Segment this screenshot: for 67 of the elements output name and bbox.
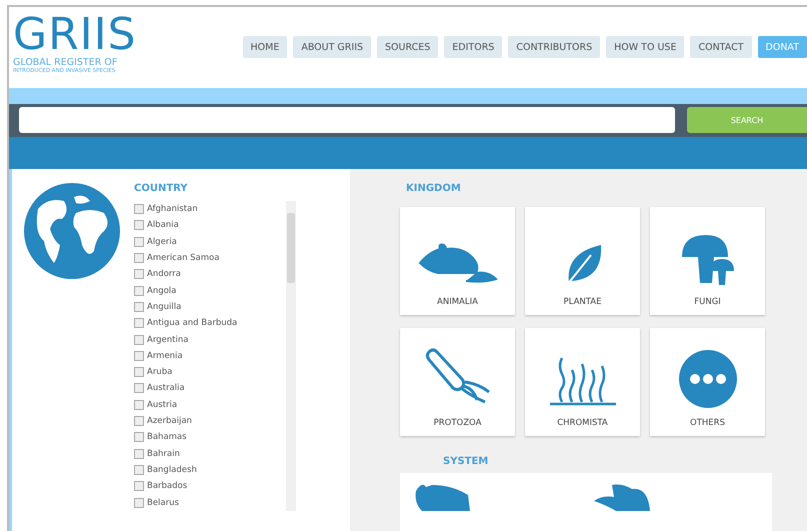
system-heading: SYSTEM [443,456,490,468]
tile-label: ANIMALIA [437,297,478,308]
country-name: Bahamas [147,432,187,442]
checkbox[interactable] [134,383,144,394]
kingdom-tile[interactable]: CHROMISTA [525,328,640,436]
kingdom-tile[interactable]: ANIMALIA [400,207,515,316]
search-field[interactable] [19,107,675,134]
country-name: Australia [147,383,185,394]
country-name: Andorra [147,269,181,280]
more-icon [678,350,736,408]
country-name: Belarus [147,498,179,508]
globe-icon [24,183,120,280]
kingdom-tile[interactable]: OTHERS [650,328,765,436]
logo-title[interactable]: GRIIS [13,15,137,55]
nav-button[interactable]: CONTRIBUTORS [508,36,600,58]
country-name: Afghanistan [147,204,198,214]
tile-label: CHROMISTA [557,418,608,428]
scrollbar[interactable] [286,201,296,511]
checkbox[interactable] [134,318,144,328]
nav-button[interactable]: CONTACT [690,36,752,58]
checkbox[interactable] [134,350,144,361]
checkbox[interactable] [134,400,144,410]
country-name: Armenia [147,350,183,361]
country-name: Antigua and Barbuda [147,318,238,328]
checkbox[interactable] [134,204,144,214]
nav-button[interactable]: HOME [242,36,288,58]
country-name: Angola [147,286,176,296]
checkbox[interactable] [134,367,144,378]
nav-button[interactable]: HOW TO USE [606,36,684,58]
kingdom-tile[interactable]: PLANTAE [525,207,640,316]
checkbox[interactable] [134,253,144,264]
tile-label: PROTOZOA [434,418,482,428]
country-name: Aruba [147,367,172,378]
country-name: Barbados [147,481,188,492]
checkbox[interactable] [134,448,144,459]
checkbox[interactable] [134,498,144,508]
nav-button[interactable]: ABOUT GRIIS [293,36,372,58]
checkbox[interactable] [134,432,144,442]
tile-label: FUNGI [694,297,721,308]
country-heading: COUNTRY [134,183,189,194]
country-name: Argentina [147,334,188,345]
kingdom-tile[interactable]: FUNGI [650,207,765,316]
country-name: American Samoa [147,253,220,264]
nav-button[interactable]: SOURCES [377,36,438,58]
kingdom-tile[interactable]: PROTOZOA [400,328,515,436]
checkbox[interactable] [134,286,144,296]
nav-button[interactable]: EDITORS [444,36,502,58]
country-name: Anguilla [147,302,182,312]
checkbox[interactable] [134,464,144,475]
country-name: Bahrain [147,448,180,459]
checkbox[interactable] [134,269,144,280]
mushroom-icon [680,233,736,288]
tile-label: OTHERS [690,418,725,428]
country-name: Azerbaijan [147,416,192,426]
checkbox[interactable] [134,220,144,230]
country-name: Albania [147,220,179,230]
country-name: Austria [147,400,178,410]
checkbox[interactable] [134,302,144,312]
checkbox[interactable] [134,481,144,492]
checkbox[interactable] [134,334,144,345]
checkbox[interactable] [134,416,144,426]
kingdom-heading: KINGDOM [406,183,462,194]
country-name: Algeria [147,236,177,247]
country-name: Bangladesh [147,464,197,475]
checkbox[interactable] [134,236,144,247]
logo-subtitle: GLOBAL REGISTER OF [13,57,118,68]
tile-label: PLANTAE [564,297,602,308]
